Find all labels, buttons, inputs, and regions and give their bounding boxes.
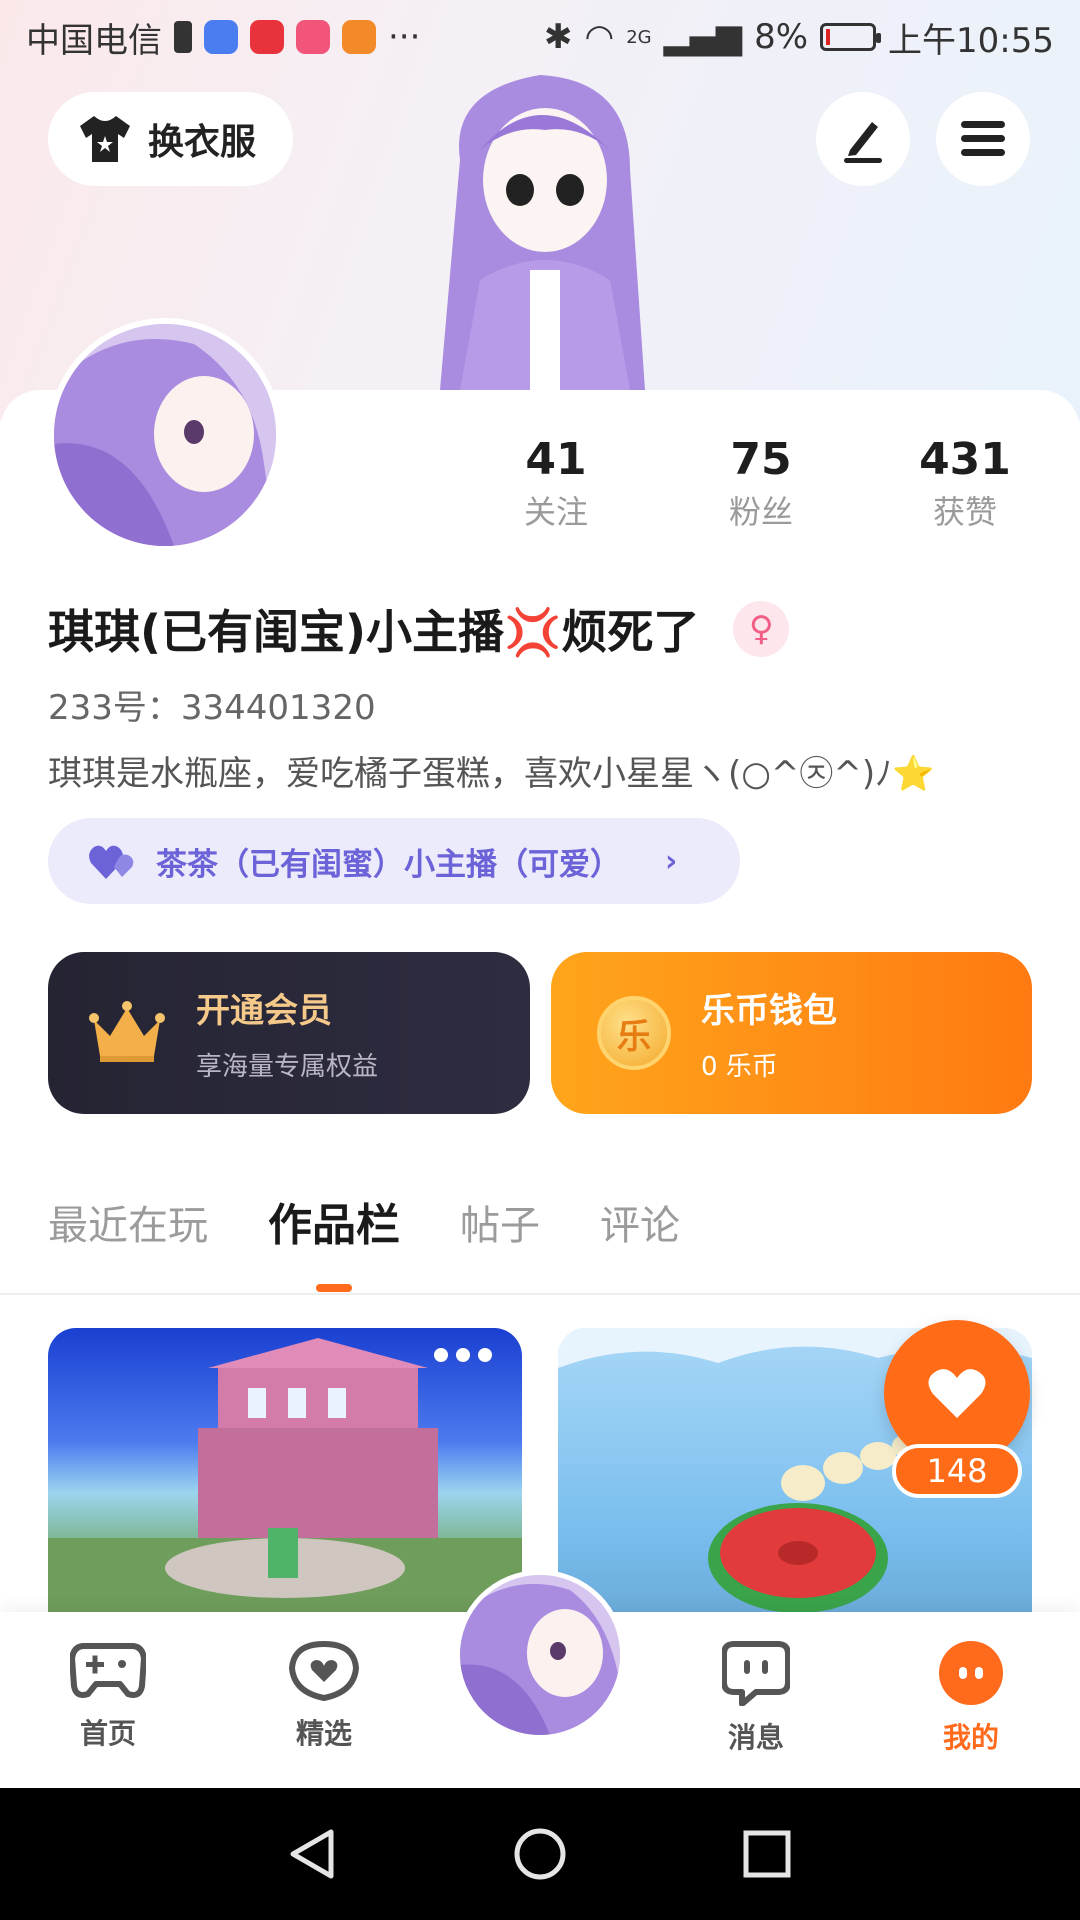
gamepad-icon xyxy=(69,1643,147,1698)
music-app-icon xyxy=(204,20,238,54)
center-avatar-button[interactable] xyxy=(455,1570,625,1740)
vip-membership-card[interactable]: 开通会员 享海量专属权益 xyxy=(48,952,530,1114)
likes-label: 获赞 xyxy=(932,493,997,531)
nav-messages-label: 消息 xyxy=(727,1721,784,1754)
carrier-label: 中国电信 xyxy=(26,20,162,61)
bio: 琪琪是水瓶座，爱吃橘子蛋糕，喜欢小星星ヽ(○^㉨^)ﾉ⭐ xyxy=(48,754,935,794)
profile-tabs: 最近在玩 作品栏 帖子 评论 xyxy=(48,1196,740,1256)
tab-posts[interactable]: 帖子 xyxy=(460,1196,540,1256)
nav-me-label: 我的 xyxy=(942,1721,999,1754)
tab-works[interactable]: 作品栏 xyxy=(268,1196,400,1256)
vip-subtitle: 享海量专属权益 xyxy=(196,1052,379,1082)
battery-icon xyxy=(820,23,882,51)
wallet-balance: 0 乐币 xyxy=(701,1052,778,1082)
hamburger-icon xyxy=(961,121,1005,156)
me-icon xyxy=(939,1641,1003,1705)
work-thumbnail-image xyxy=(48,1338,522,1628)
more-notifications-icon: ··· xyxy=(388,17,421,57)
followers-label: 粉丝 xyxy=(728,493,793,531)
work-card[interactable] xyxy=(48,1328,522,1628)
video-app-icon xyxy=(342,20,376,54)
nav-home-label: 首页 xyxy=(79,1717,136,1750)
battery-percent: 8% xyxy=(754,17,809,57)
tshirt-icon xyxy=(80,116,130,162)
avatar[interactable] xyxy=(48,318,282,552)
user-id: 233号：334401320 xyxy=(48,688,376,728)
recents-square-icon[interactable] xyxy=(739,1826,795,1882)
double-heart-icon xyxy=(89,845,134,879)
bluetooth-icon: ✱ xyxy=(544,17,573,57)
coin-icon: 乐 xyxy=(597,996,671,1070)
like-count: 148 xyxy=(892,1444,1022,1498)
tab-recently-played[interactable]: 最近在玩 xyxy=(48,1196,208,1256)
nickname: 琪琪(已有闺宝)小主播💢烦死了 xyxy=(48,605,700,659)
network-type: 2G xyxy=(626,26,652,48)
change-outfit-button[interactable]: 换衣服 xyxy=(48,92,293,186)
bestie-link[interactable]: 茶茶（已有闺蜜）小主播（可爱） › xyxy=(48,818,740,904)
home-circle-icon[interactable] xyxy=(512,1826,568,1882)
chevron-right-icon: › xyxy=(665,843,678,879)
huawei-app-icon xyxy=(250,20,284,54)
more-options-icon[interactable] xyxy=(434,1348,492,1362)
flower-app-icon xyxy=(296,20,330,54)
following-count: 41 xyxy=(525,434,587,485)
heart-chat-icon xyxy=(288,1640,360,1702)
avatar-character[interactable] xyxy=(420,70,670,390)
female-icon: ♀ xyxy=(733,601,790,657)
bestie-label: 茶茶（已有闺蜜）小主播（可爱） xyxy=(156,846,621,883)
stat-likes[interactable]: 431 获赞 xyxy=(885,432,1045,536)
status-bar: 中国电信 ··· ✱ ◠ 2G ▂▄▆ 8% 上午10:55 xyxy=(0,0,1080,74)
vip-title: 开通会员 xyxy=(196,991,332,1031)
stat-followers[interactable]: 75 粉丝 xyxy=(681,432,841,536)
back-icon[interactable] xyxy=(285,1826,341,1882)
crown-icon xyxy=(89,1001,165,1062)
message-icon xyxy=(721,1641,791,1707)
nav-featured[interactable]: 精选 xyxy=(254,1640,394,1752)
wallet-title: 乐币钱包 xyxy=(701,991,837,1031)
followers-count: 75 xyxy=(730,434,792,485)
nickname-row: 琪琪(已有闺宝)小主播💢烦死了 ♀ xyxy=(48,596,790,662)
coin-glyph: 乐 xyxy=(617,1016,651,1057)
nav-home[interactable]: 首页 xyxy=(38,1640,178,1752)
center-avatar-image xyxy=(460,1575,620,1735)
stat-following[interactable]: 41 关注 xyxy=(476,432,636,536)
likes-count: 431 xyxy=(919,434,1011,485)
menu-button[interactable] xyxy=(936,92,1030,186)
nav-me[interactable]: 我的 xyxy=(901,1640,1041,1756)
tab-comments[interactable]: 评论 xyxy=(600,1196,680,1256)
system-navigation-bar xyxy=(0,1788,1080,1920)
wifi-icon: ◠ xyxy=(584,17,615,57)
alert-icon xyxy=(174,21,192,53)
avatar-image xyxy=(54,324,276,546)
tab-divider xyxy=(0,1293,1080,1295)
edit-profile-button[interactable] xyxy=(816,92,910,186)
following-label: 关注 xyxy=(523,493,588,531)
nav-messages[interactable]: 消息 xyxy=(686,1640,826,1756)
pen-icon xyxy=(844,122,882,163)
coin-wallet-card[interactable]: 乐 乐币钱包 0 乐币 xyxy=(551,952,1032,1114)
change-outfit-label: 换衣服 xyxy=(148,122,257,163)
signal-icon: ▂▄▆ xyxy=(663,17,743,57)
heart-icon xyxy=(928,1369,986,1418)
clock: 上午10:55 xyxy=(888,20,1054,61)
nav-featured-label: 精选 xyxy=(295,1717,352,1750)
